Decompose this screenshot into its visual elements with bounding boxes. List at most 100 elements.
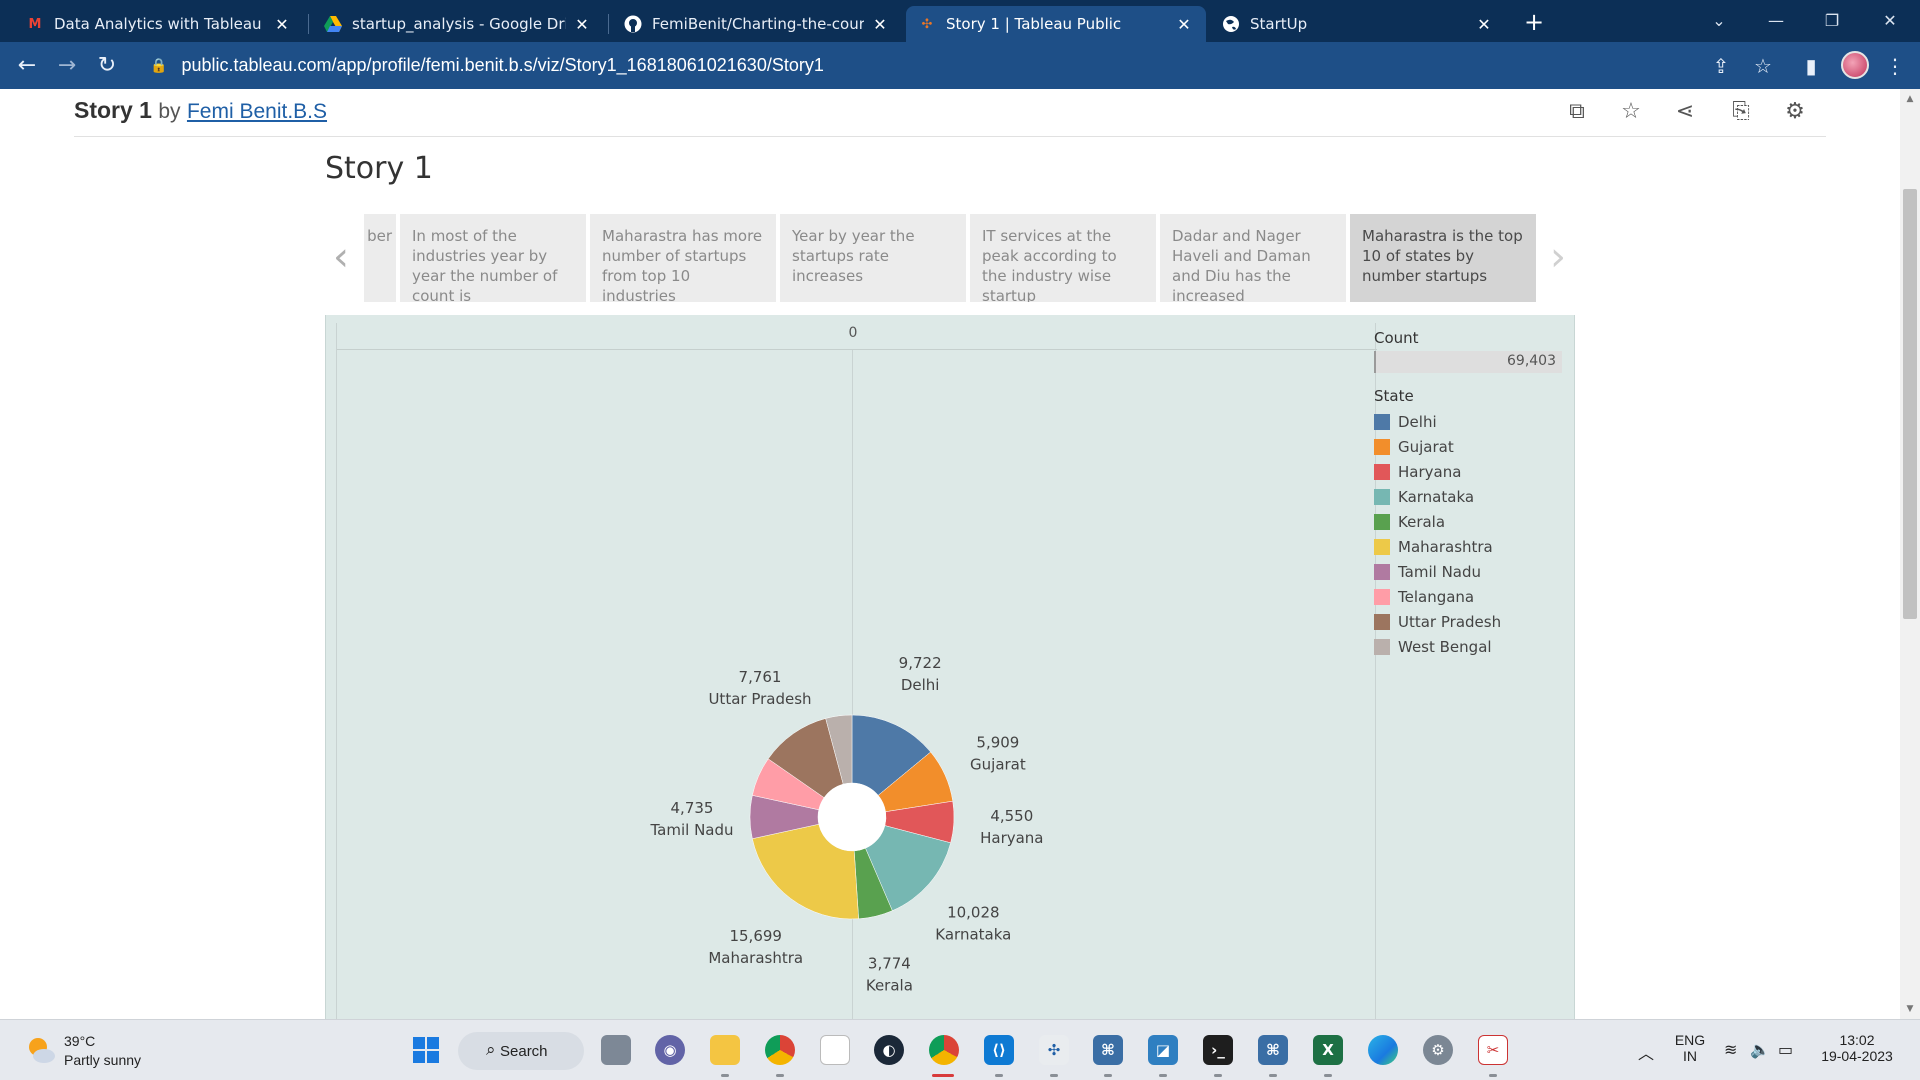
share-icon[interactable]: ⇪	[1706, 51, 1736, 81]
partly-sunny-icon[interactable]	[26, 1036, 56, 1064]
page-scrollbar[interactable]: ▲ ▼	[1900, 89, 1920, 1019]
story-point[interactable]: Maharastra has more number of startups f…	[590, 214, 776, 302]
legend-item[interactable]: Gujarat	[1374, 434, 1570, 459]
donut-hole	[818, 783, 886, 851]
snipping-tool-icon[interactable]: ✂	[1478, 1035, 1508, 1065]
story-point-active[interactable]: Maharastra is the top 10 of states by nu…	[1350, 214, 1536, 302]
scroll-up-arrow-icon[interactable]: ▲	[1900, 91, 1920, 107]
slice-value-label: 15,699	[729, 927, 782, 945]
taskbar-search[interactable]: Search	[458, 1032, 584, 1070]
database-icon[interactable]: ⌘	[1258, 1035, 1288, 1065]
profile-avatar[interactable]	[1841, 51, 1869, 79]
task-view-icon[interactable]	[601, 1035, 631, 1065]
story-point[interactable]: IT services at the peak according to the…	[970, 214, 1156, 302]
tableau-app-icon[interactable]: ✣	[1039, 1035, 1069, 1065]
new-tab-button[interactable]: +	[1519, 8, 1549, 38]
close-icon[interactable]: ✕	[1474, 15, 1494, 34]
legend: Count 69,403 State Delhi Gujarat Haryana Ka…	[1370, 323, 1570, 659]
wifi-icon[interactable]: ≋	[1724, 1040, 1737, 1059]
chrome-profile-icon[interactable]	[929, 1035, 959, 1065]
lock-icon[interactable]: 🔒	[150, 58, 167, 74]
vscode-icon[interactable]: ⟨⟩	[984, 1035, 1014, 1065]
badge-icon[interactable]: ⚙	[1780, 97, 1810, 127]
chrome-icon[interactable]	[765, 1035, 795, 1065]
minimize-button[interactable]: —	[1756, 6, 1796, 36]
windows-start-icon[interactable]	[411, 1035, 441, 1065]
file-explorer-icon[interactable]	[710, 1035, 740, 1065]
scroll-down-arrow-icon[interactable]: ▼	[1900, 1001, 1920, 1017]
forward-arrow-icon[interactable]: →	[52, 51, 82, 81]
tab-search-chevron-icon[interactable]: ⌄	[1699, 6, 1739, 36]
gmail-icon: M	[28, 16, 42, 32]
download-icon[interactable]: ⎘	[1726, 97, 1756, 127]
volume-icon[interactable]: 🔈	[1750, 1040, 1770, 1059]
globe-icon	[1222, 15, 1240, 33]
legend-item[interactable]: West Bengal	[1374, 634, 1570, 659]
legend-item[interactable]: Uttar Pradesh	[1374, 609, 1570, 634]
excel-icon[interactable]: X	[1313, 1035, 1343, 1065]
language-indicator[interactable]: ENG IN	[1668, 1032, 1712, 1064]
close-window-button[interactable]: ✕	[1870, 6, 1910, 36]
close-icon[interactable]: ✕	[870, 15, 890, 34]
side-panel-icon[interactable]: ▮	[1796, 51, 1826, 81]
story-point[interactable]: Year by year the startups rate increases	[780, 214, 966, 302]
story-point[interactable]: In most of the industries year by year t…	[400, 214, 586, 302]
app-icon[interactable]: ◪	[1148, 1035, 1178, 1065]
weather-temperature[interactable]: 39°C	[64, 1033, 95, 1049]
close-icon[interactable]: ✕	[572, 15, 592, 34]
teams-chat-icon[interactable]: ◉	[655, 1035, 685, 1065]
browser-tab[interactable]: StartUp ✕	[1210, 6, 1506, 42]
legend-item[interactable]: Tamil Nadu	[1374, 559, 1570, 584]
slice-category-label: Haryana	[980, 829, 1043, 847]
legend-label: Maharashtra	[1398, 537, 1493, 556]
legend-item[interactable]: Delhi	[1374, 409, 1570, 434]
browser-tab[interactable]: M Data Analytics with Tableau - AM ✕	[14, 6, 304, 42]
share-icon[interactable]: ⋖	[1670, 97, 1700, 127]
search-icon: ⌕	[486, 1040, 496, 1060]
browser-tab[interactable]: startup_analysis - Google Drive ✕	[312, 6, 604, 42]
windows-taskbar: 39°C Partly sunny Search ⌕ ◉ ◐ ⟨⟩ ✣ ⌘ ◪ …	[0, 1019, 1920, 1080]
reload-icon[interactable]: ↻	[92, 51, 122, 81]
weather-description[interactable]: Partly sunny	[64, 1052, 141, 1068]
url-text[interactable]: public.tableau.com/app/profile/femi.beni…	[181, 55, 823, 76]
legend-item[interactable]: Telangana	[1374, 584, 1570, 609]
show-hidden-icons-chevron-icon[interactable]: ︿	[1638, 1040, 1654, 1064]
close-icon[interactable]: ✕	[272, 15, 292, 34]
slice-category-label: Delhi	[901, 676, 940, 694]
clock[interactable]: 13:02 19-04-2023	[1812, 1032, 1902, 1064]
edge-icon[interactable]	[1368, 1035, 1398, 1065]
restore-button[interactable]: ❐	[1812, 6, 1852, 36]
favorite-star-icon[interactable]: ☆	[1616, 97, 1646, 127]
story-point[interactable]: ber	[364, 214, 396, 302]
browser-tab-strip: M Data Analytics with Tableau - AM ✕ sta…	[0, 0, 1920, 42]
legend-item[interactable]: Karnataka	[1374, 484, 1570, 509]
tab-separator	[308, 14, 309, 34]
settings-gear-icon[interactable]: ⚙	[1423, 1035, 1453, 1065]
back-arrow-icon[interactable]: ←	[12, 51, 42, 81]
story-next-arrow-icon[interactable]: ›	[1543, 232, 1573, 288]
legend-label: Uttar Pradesh	[1398, 612, 1502, 631]
browser-tab-active[interactable]: ✣ Story 1 | Tableau Public ✕	[906, 6, 1206, 42]
close-icon[interactable]: ✕	[1174, 15, 1194, 34]
count-legend-bar[interactable]: 69,403	[1374, 351, 1562, 373]
battery-icon[interactable]: ▭	[1778, 1040, 1793, 1059]
story-prev-arrow-icon[interactable]: ‹	[326, 232, 356, 288]
steam-icon[interactable]: ◐	[874, 1035, 904, 1065]
address-bar[interactable]: 🔒 public.tableau.com/app/profile/femi.be…	[140, 48, 1780, 83]
dashboard: 0 9,722 Delhi 5,909 Gujarat 4,550 Haryana 10,0…	[325, 315, 1575, 1019]
legend-item[interactable]: Maharashtra	[1374, 534, 1570, 559]
state-legend-list: Delhi Gujarat Haryana Karnataka Kerala Mahara…	[1370, 409, 1570, 659]
browser-tab[interactable]: FemiBenit/Charting-the-course-c ✕	[612, 6, 902, 42]
mysql-workbench-icon[interactable]: ⌘	[1093, 1035, 1123, 1065]
legend-item[interactable]: Kerala	[1374, 509, 1570, 534]
legend-item[interactable]: Haryana	[1374, 459, 1570, 484]
terminal-icon[interactable]: ›_	[1203, 1035, 1233, 1065]
author-link[interactable]: Femi Benit.B.S	[187, 100, 327, 123]
tab-title: FemiBenit/Charting-the-course-c	[652, 15, 864, 33]
scroll-thumb[interactable]	[1903, 189, 1917, 619]
bookmark-star-icon[interactable]: ☆	[1748, 51, 1778, 81]
story-point[interactable]: Dadar and Nager Haveli and Daman and Diu…	[1160, 214, 1346, 302]
copy-icon[interactable]: ⧉	[1562, 97, 1592, 127]
document-icon[interactable]	[820, 1035, 850, 1065]
menu-kebab-icon[interactable]: ⋮	[1880, 51, 1910, 81]
